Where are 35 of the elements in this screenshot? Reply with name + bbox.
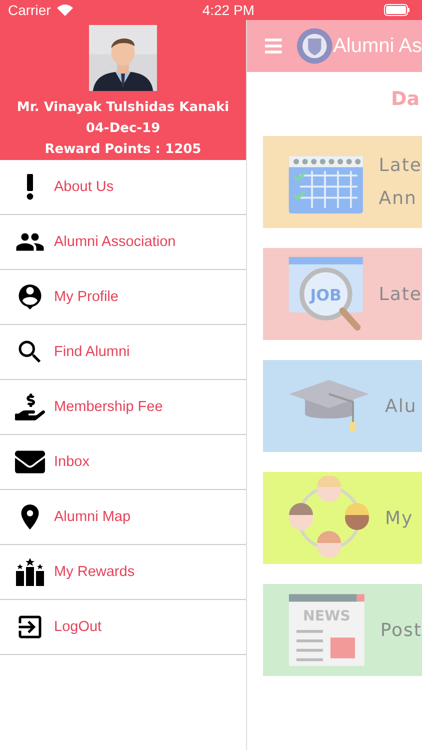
menu-item[interactable]: About Us (0, 160, 246, 215)
carrier-label: Carrier (8, 2, 51, 18)
card-title: Ann (378, 188, 418, 209)
battery-icon (384, 4, 410, 16)
reward-points-text: Reward Points : 1205 (44, 141, 202, 159)
card-title: Post (380, 620, 422, 640)
menu-item[interactable]: My Profile (0, 270, 246, 325)
dashboard-card[interactable]: JOB Late (263, 248, 422, 340)
podium-stars-icon (15, 557, 45, 587)
card-title: My (385, 508, 414, 528)
menu-item[interactable]: Inbox (0, 435, 246, 490)
menu-item[interactable]: LogOut (0, 600, 246, 655)
dashboard-card[interactable]: Alu (263, 360, 422, 452)
menu-item[interactable]: Membership Fee (0, 380, 246, 435)
wifi-icon (56, 4, 73, 16)
menu-item[interactable]: My Rewards (0, 545, 246, 600)
date-text: 04-Dec-19 (86, 120, 160, 138)
page-title: Da (391, 88, 420, 110)
people-circle-icon (287, 476, 371, 560)
hand-coin-icon (15, 392, 45, 422)
dashboard-card[interactable]: My (263, 472, 422, 564)
exclamation-icon (26, 174, 34, 200)
dashboard-card[interactable]: Late Ann (263, 136, 422, 228)
menu-item[interactable]: Alumni Map (0, 490, 246, 545)
menu-icon[interactable] (265, 38, 282, 54)
graduation-cap-icon (287, 378, 371, 434)
card-title: Late (378, 284, 422, 304)
menu-item[interactable]: Alumni Association (0, 215, 246, 270)
clock-label: 4:22 PM (202, 2, 254, 18)
user-name: Mr. Vinayak Tulshidas Kanaki (16, 99, 230, 117)
app-title: Alumni As (333, 34, 422, 58)
menu-item[interactable]: Find Alumni (0, 325, 246, 380)
card-title: Alu (385, 396, 417, 416)
card-title: Late (378, 155, 422, 176)
crest-logo-icon (296, 26, 334, 66)
